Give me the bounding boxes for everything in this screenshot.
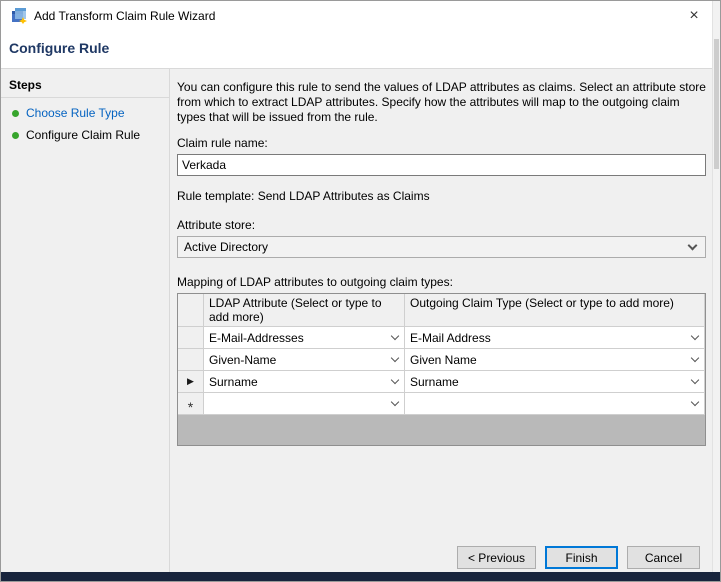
previous-button[interactable]: < Previous (457, 546, 536, 569)
wizard-body: Steps Choose Rule Type Configure Claim R… (1, 68, 720, 572)
vertical-scrollbar[interactable] (712, 1, 720, 572)
ldap-mapping-grid: LDAP Attribute (Select or type to add mo… (177, 293, 706, 446)
cancel-button[interactable]: Cancel (627, 546, 700, 569)
chevron-down-icon (691, 332, 699, 340)
scrollbar-thumb[interactable] (714, 39, 719, 169)
steps-sidebar: Steps Choose Rule Type Configure Claim R… (1, 69, 170, 572)
ldap-attribute-cell-combobox[interactable]: Surname (204, 371, 405, 393)
row-selector-current[interactable]: ▶ (178, 371, 204, 393)
steps-heading: Steps (1, 74, 169, 97)
wizard-app-icon (11, 8, 27, 24)
outgoing-claim-cell-combobox[interactable]: E-Mail Address (405, 327, 705, 349)
steps-divider (1, 97, 169, 98)
step-label: Choose Rule Type (26, 106, 125, 120)
grid-header-row: LDAP Attribute (Select or type to add mo… (178, 294, 705, 327)
table-row: Given-Name Given Name (178, 349, 705, 371)
rule-description: You can configure this rule to send the … (177, 80, 706, 125)
ldap-attribute-cell-combobox[interactable]: Given-Name (204, 349, 405, 371)
table-row: E-Mail-Addresses E-Mail Address (178, 327, 705, 349)
cell-value: E-Mail Address (410, 331, 491, 345)
chevron-down-icon (391, 398, 399, 406)
step-bullet-icon (12, 110, 19, 117)
ldap-attribute-cell-combobox[interactable]: E-Mail-Addresses (204, 327, 405, 349)
chevron-down-icon (691, 354, 699, 362)
title-bar: Add Transform Claim Rule Wizard (1, 1, 720, 31)
table-row: ▶ Surname Surname (178, 371, 705, 393)
bottom-window-edge (1, 572, 720, 581)
column-header-ldap-attribute[interactable]: LDAP Attribute (Select or type to add mo… (204, 294, 405, 327)
claim-rule-name-input[interactable] (177, 154, 706, 176)
ldap-attribute-cell-combobox[interactable] (204, 393, 405, 415)
close-icon[interactable]: × (683, 5, 705, 27)
claim-rule-name-label: Claim rule name: (177, 136, 706, 150)
sidebar-item-configure-claim-rule[interactable]: Configure Claim Rule (1, 124, 169, 146)
attribute-store-label: Attribute store: (177, 218, 706, 232)
row-selector-new[interactable]: * (178, 393, 204, 415)
cell-value: Given-Name (209, 353, 276, 367)
current-row-icon: ▶ (187, 376, 194, 387)
rule-template-text: Rule template: Send LDAP Attributes as C… (177, 189, 706, 203)
outgoing-claim-cell-combobox[interactable]: Given Name (405, 349, 705, 371)
cell-value: Given Name (410, 353, 477, 367)
chevron-down-icon (691, 398, 699, 406)
sidebar-item-choose-rule-type[interactable]: Choose Rule Type (1, 102, 169, 124)
outgoing-claim-cell-combobox[interactable]: Surname (405, 371, 705, 393)
mapping-label: Mapping of LDAP attributes to outgoing c… (177, 275, 706, 289)
attribute-store-value: Active Directory (184, 240, 268, 254)
footer-buttons: < Previous Finish Cancel (448, 546, 700, 569)
chevron-down-icon (391, 376, 399, 384)
page-header: Configure Rule (1, 31, 712, 68)
new-row-icon: * (188, 403, 193, 411)
finish-button[interactable]: Finish (545, 546, 618, 569)
window-title: Add Transform Claim Rule Wizard (34, 9, 215, 23)
row-selector[interactable] (178, 327, 204, 349)
table-row-new: * (178, 393, 705, 415)
grid-corner-cell[interactable] (178, 294, 204, 327)
attribute-store-select[interactable]: Active Directory (177, 236, 706, 258)
row-selector[interactable] (178, 349, 204, 371)
chevron-down-icon (391, 332, 399, 340)
main-panel: You can configure this rule to send the … (177, 80, 706, 446)
outgoing-claim-cell-combobox[interactable] (405, 393, 705, 415)
cell-value: Surname (209, 375, 258, 389)
column-header-outgoing-claim-type[interactable]: Outgoing Claim Type (Select or type to a… (405, 294, 705, 327)
cell-value: E-Mail-Addresses (209, 331, 304, 345)
chevron-down-icon (691, 376, 699, 384)
add-transform-claim-rule-wizard-window: Add Transform Claim Rule Wizard × Config… (0, 0, 721, 582)
chevron-down-icon (391, 354, 399, 362)
step-label: Configure Claim Rule (26, 128, 140, 142)
cell-value: Surname (410, 375, 459, 389)
page-title: Configure Rule (9, 40, 109, 56)
step-bullet-icon (12, 132, 19, 139)
chevron-down-icon (688, 240, 698, 250)
